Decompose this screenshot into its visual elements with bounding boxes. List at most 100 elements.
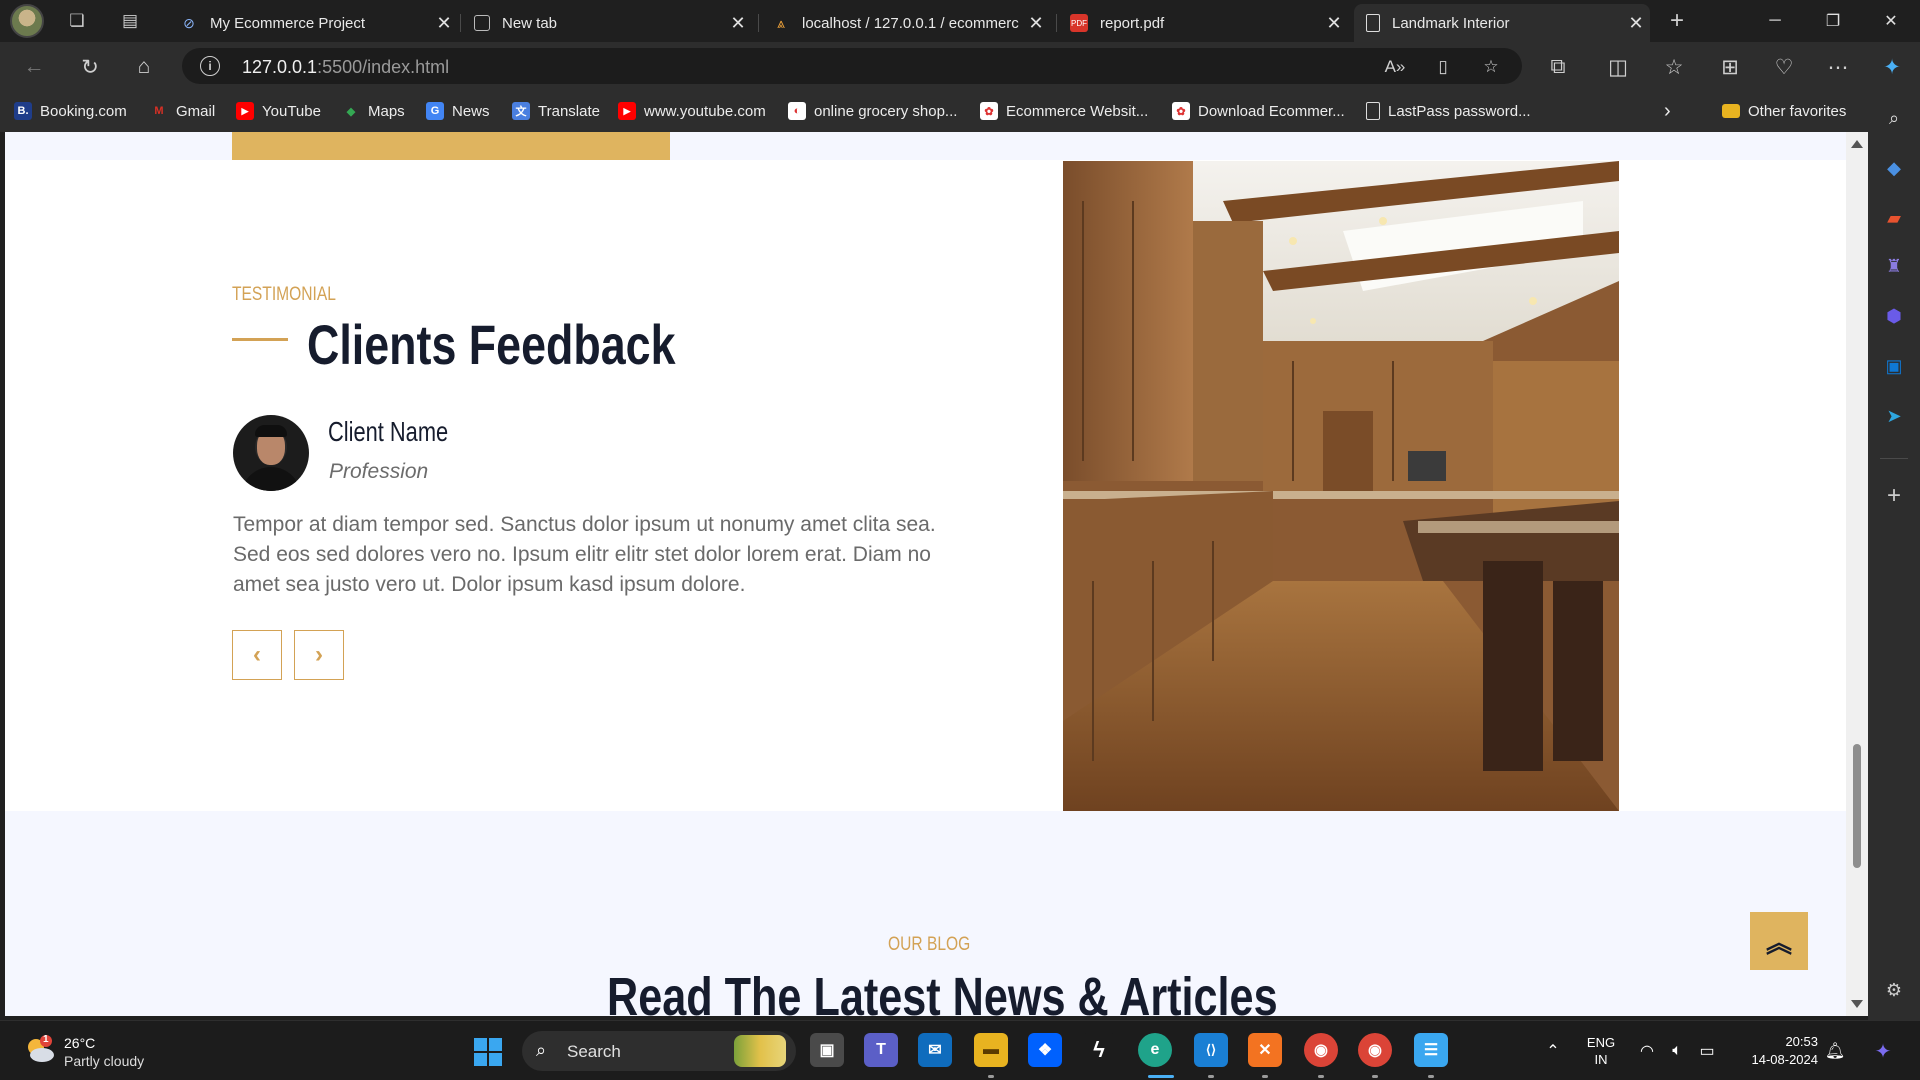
favorites-bar: B. Booking.com M Gmail ▶ YouTube ◆ Maps …: [0, 90, 1868, 132]
more-favorites-chevron-icon[interactable]: ›: [1664, 100, 1671, 122]
weather-badge: 1: [43, 1034, 49, 1045]
chrome-profile-icon[interactable]: ◉: [1358, 1033, 1392, 1067]
tools-icon[interactable]: ▰: [1882, 206, 1906, 230]
favorites-icon[interactable]: ☆: [1658, 51, 1690, 83]
notifications-bell-icon[interactable]: 🔔︎: [1822, 1021, 1848, 1080]
back-to-top-button[interactable]: ︽: [1750, 912, 1808, 970]
favorite-youtube[interactable]: ▶ YouTube: [236, 100, 321, 122]
minimize-icon[interactable]: ─: [1747, 0, 1803, 42]
tab-report-pdf[interactable]: PDF report.pdf ✕: [1058, 4, 1348, 42]
favorite-star-icon[interactable]: ☆: [1478, 54, 1504, 80]
volume-icon[interactable]: 🔈︎: [1664, 1021, 1690, 1080]
vertical-tabs-icon[interactable]: ▤: [117, 8, 143, 34]
other-favorites-folder[interactable]: Other favorites: [1722, 100, 1846, 122]
wifi-icon[interactable]: ◠: [1634, 1021, 1660, 1080]
testimonial-subtitle: Testimonial: [232, 284, 336, 305]
tab-landmark-interior[interactable]: Landmark Interior ✕: [1354, 4, 1650, 42]
scroll-down-arrow-icon[interactable]: [1851, 1000, 1863, 1008]
outlook-icon[interactable]: ▣: [1882, 354, 1906, 378]
copilot-icon[interactable]: ✦: [1876, 51, 1908, 83]
start-button-windows-icon[interactable]: [474, 1038, 502, 1066]
site-icon: ✿: [980, 102, 998, 120]
copilot-app-icon[interactable]: ⬢: [1882, 304, 1906, 328]
scroll-thumb[interactable]: [1853, 744, 1861, 868]
site-info-icon[interactable]: i: [200, 56, 220, 76]
pdf-icon: PDF: [1070, 14, 1088, 32]
teams-icon[interactable]: T: [864, 1033, 898, 1067]
close-tab-icon[interactable]: ✕: [724, 13, 752, 34]
shopping-tag-icon[interactable]: ◆: [1882, 156, 1906, 180]
testimonial-quote: Tempor at diam tempor sed. Sanctus dolor…: [233, 513, 936, 596]
workspaces-icon[interactable]: ❏: [64, 8, 90, 34]
heading-accent-line: [232, 338, 288, 341]
browser-essentials-icon[interactable]: ♡: [1768, 51, 1800, 83]
search-icon[interactable]: ⌕: [1882, 106, 1906, 130]
new-tab-plus-icon[interactable]: +: [1664, 7, 1690, 34]
favorite-download-ecommerce[interactable]: ✿ Download Ecommer...: [1172, 100, 1345, 122]
previous-testimonial-button[interactable]: ‹: [232, 630, 282, 680]
profile-avatar[interactable]: [10, 4, 44, 38]
tab-my-ecommerce-project[interactable]: ⊘ My Ecommerce Project ✕: [168, 4, 458, 42]
file-explorer-icon[interactable]: ▬: [974, 1033, 1008, 1067]
favorite-online-grocery[interactable]: ◐ online grocery shop...: [788, 100, 957, 122]
back-icon[interactable]: ←: [18, 51, 50, 83]
add-sidebar-app-icon[interactable]: +: [1882, 482, 1906, 509]
read-aloud-icon[interactable]: A»: [1382, 54, 1408, 80]
telegram-icon[interactable]: ➤: [1882, 404, 1906, 428]
settings-menu-icon[interactable]: ⋯: [1822, 51, 1854, 83]
edge-icon[interactable]: e: [1138, 1033, 1172, 1067]
close-tab-icon[interactable]: ✕: [1320, 13, 1348, 34]
scroll-up-arrow-icon[interactable]: [1851, 140, 1863, 148]
battery-icon[interactable]: ▭: [1694, 1021, 1720, 1080]
favorite-booking[interactable]: B. Booking.com: [14, 100, 127, 122]
favorite-ecommerce-website[interactable]: ✿ Ecommerce Websit...: [980, 100, 1148, 122]
weather-widget[interactable]: 1 26°C Partly cloudy: [22, 1031, 222, 1073]
collections-icon[interactable]: ⊞: [1714, 51, 1746, 83]
favorite-gmail[interactable]: M Gmail: [150, 100, 215, 122]
copilot-taskbar-icon[interactable]: ✦: [1866, 1021, 1900, 1080]
restore-icon[interactable]: ❐: [1805, 0, 1861, 42]
weather-condition: Partly cloudy: [64, 1053, 145, 1069]
chrome-icon[interactable]: ◉: [1304, 1033, 1338, 1067]
close-tab-icon[interactable]: ✕: [1622, 13, 1650, 34]
taskbar-search[interactable]: ⌕ Search: [522, 1031, 796, 1071]
url-text[interactable]: 127.0.0.1:5500/index.html: [242, 57, 449, 78]
tab-phpmyadmin[interactable]: ⩓ localhost / 127.0.0.1 / ecommerc ✕: [760, 4, 1050, 42]
home-icon[interactable]: ⌂: [128, 51, 160, 83]
close-window-icon[interactable]: ✕: [1863, 0, 1919, 42]
split-screen-icon[interactable]: ◫: [1602, 51, 1634, 83]
address-bar[interactable]: i 127.0.0.1:5500/index.html A» ▯ ☆: [182, 48, 1522, 84]
youtube-icon: ▶: [236, 102, 254, 120]
favorite-translate[interactable]: 文 Translate: [512, 100, 600, 122]
page-scrollbar[interactable]: [1846, 132, 1868, 1016]
close-tab-icon[interactable]: ✕: [430, 13, 458, 34]
page-viewport: Testimonial Clients Feedback Client Name…: [5, 132, 1846, 1016]
notepad-icon[interactable]: ☰: [1414, 1033, 1448, 1067]
show-hidden-icons-chevron-icon[interactable]: ⌃: [1540, 1021, 1566, 1080]
favorite-maps[interactable]: ◆ Maps: [342, 100, 405, 122]
dropbox-icon[interactable]: ❖: [1028, 1033, 1062, 1067]
vscode-icon[interactable]: ⟨⟩: [1194, 1033, 1228, 1067]
task-view-icon[interactable]: ▣: [810, 1033, 844, 1067]
refresh-icon[interactable]: ↻: [74, 51, 106, 83]
xampp-icon[interactable]: ✕: [1248, 1033, 1282, 1067]
mail-icon[interactable]: ✉: [918, 1033, 952, 1067]
favorite-lastpass[interactable]: LastPass password...: [1366, 100, 1531, 122]
games-icon[interactable]: ♜: [1882, 254, 1906, 278]
search-icon: ⌕: [536, 1040, 547, 1060]
favorite-youtube-www[interactable]: ▶ www.youtube.com: [618, 100, 766, 122]
extensions-icon[interactable]: ⧉: [1542, 51, 1574, 83]
next-testimonial-button[interactable]: ›: [294, 630, 344, 680]
gmail-icon: M: [154, 105, 164, 117]
clock[interactable]: 20:53 14-08-2024: [1730, 1021, 1819, 1080]
kitchen-interior-image: [1063, 161, 1619, 811]
language-indicator[interactable]: ENG IN: [1578, 1021, 1624, 1080]
app-icon[interactable]: ϟ: [1082, 1033, 1116, 1067]
news-icon: G: [426, 102, 444, 120]
sidebar-settings-icon[interactable]: ⚙: [1882, 978, 1906, 1002]
tab-new-tab[interactable]: New tab ✕: [462, 4, 752, 42]
favorite-news[interactable]: G News: [426, 100, 490, 122]
chevron-right-icon: ›: [315, 641, 323, 668]
close-tab-icon[interactable]: ✕: [1022, 13, 1050, 34]
immersive-reader-icon[interactable]: ▯: [1430, 54, 1456, 80]
